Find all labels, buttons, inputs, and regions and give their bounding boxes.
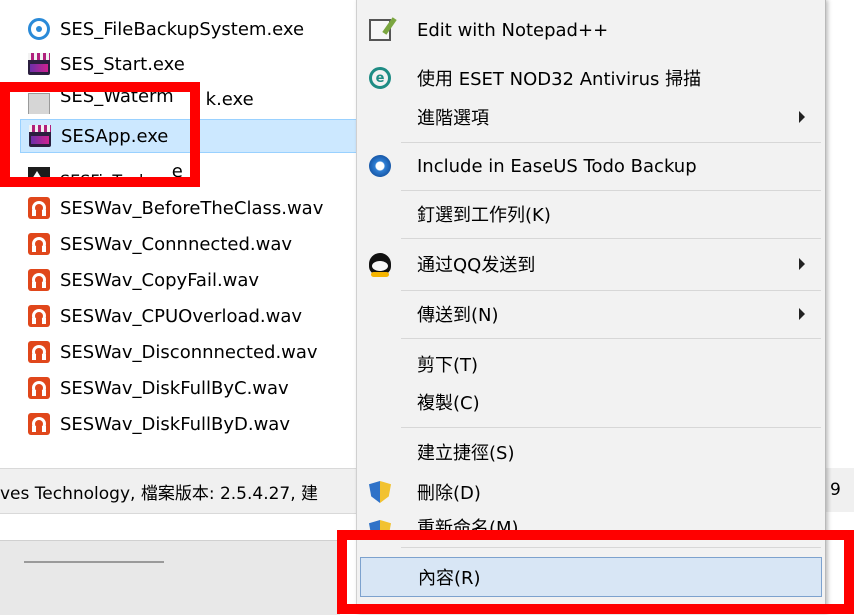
audio-icon	[28, 413, 50, 435]
eset-icon: e	[369, 67, 391, 89]
file-name: SESWav_CopyFail.wav	[60, 269, 260, 291]
menu-item-label: 傳送到(N)	[417, 305, 499, 326]
submenu-arrow-icon	[799, 308, 805, 320]
file-name: SESWav_Connnected.wav	[60, 233, 293, 255]
submenu-arrow-icon	[799, 258, 805, 270]
file-row-copyfail[interactable]: SESWav_CopyFail.wav	[20, 263, 360, 297]
details-status-bar: ves Technology, 檔案版本: 2.5.4.27, 建	[0, 468, 370, 514]
menu-item-advanced-options[interactable]: 進階選項	[357, 97, 825, 137]
context-menu: Edit with Notepad++ e 使用 ESET NOD32 Anti…	[356, 0, 826, 614]
sync-icon	[28, 18, 50, 40]
menu-item-create-shortcut[interactable]: 建立捷徑(S)	[357, 432, 825, 472]
menu-item-easeus-backup[interactable]: Include in EaseUS Todo Backup	[357, 146, 825, 186]
menu-item-label: 剪下(T)	[417, 355, 479, 376]
menu-separator	[401, 142, 821, 143]
bottom-pane	[0, 540, 340, 615]
menu-item-label: 刪除(D)	[417, 483, 481, 504]
menu-item-send-to[interactable]: 傳送到(N)	[357, 294, 825, 334]
file-name: SESWav_DiskFullByD.wav	[60, 413, 290, 435]
clapperboard-icon	[28, 53, 50, 75]
menu-item-label: 釘選到工作列(K)	[417, 205, 551, 226]
qq-penguin-icon	[369, 253, 391, 277]
details-text: ves Technology, 檔案版本: 2.5.4.27, 建	[0, 483, 319, 504]
annotation-box-properties	[337, 530, 854, 614]
file-name: SESWav_CPUOverload.wav	[60, 305, 303, 327]
details-status-bar-right: 9	[826, 468, 854, 512]
audio-icon	[28, 377, 50, 399]
menu-item-label: 使用 ESET NOD32 Antivirus 掃描	[417, 69, 702, 90]
menu-separator	[401, 238, 821, 239]
menu-separator	[401, 427, 821, 428]
file-row-ses-filebackupsystem[interactable]: SES_FileBackupSystem.exe	[20, 12, 360, 46]
audio-icon	[28, 305, 50, 327]
annotation-box-file	[0, 82, 200, 187]
menu-item-send-qq[interactable]: 通过QQ发送到	[357, 244, 825, 284]
audio-icon	[28, 197, 50, 219]
menu-separator	[401, 190, 821, 191]
audio-icon	[28, 269, 50, 291]
file-name: SES_FileBackupSystem.exe	[60, 18, 305, 40]
file-row-cpuoverload[interactable]: SESWav_CPUOverload.wav	[20, 299, 360, 333]
uac-shield-icon	[369, 481, 391, 503]
submenu-arrow-icon	[799, 111, 805, 123]
menu-item-rename[interactable]: 重新命名(M)	[357, 506, 825, 532]
audio-icon	[28, 341, 50, 363]
file-row-beforetheclass[interactable]: SESWav_BeforeTheClass.wav	[20, 191, 360, 225]
menu-item-label: 通过QQ发送到	[417, 255, 536, 276]
menu-item-label: 建立捷徑(S)	[417, 443, 515, 464]
menu-item-pin-taskbar[interactable]: 釘選到工作列(K)	[357, 194, 825, 234]
file-row-ses-start[interactable]: SES_Start.exe	[20, 47, 360, 81]
menu-item-label: Include in EaseUS Todo Backup	[417, 155, 697, 177]
divider	[24, 561, 164, 563]
details-text-right: 9	[830, 480, 841, 500]
file-row-diskfullbyd[interactable]: SESWav_DiskFullByD.wav	[20, 407, 360, 441]
file-name: SES_Start.exe	[60, 53, 185, 75]
menu-item-label: 進階選項	[417, 108, 489, 129]
audio-icon	[28, 233, 50, 255]
file-row-diskfullbyc[interactable]: SESWav_DiskFullByC.wav	[20, 371, 360, 405]
menu-item-label: Edit with Notepad++	[417, 19, 609, 41]
easeus-icon	[369, 155, 391, 177]
file-list: SES_FileBackupSystem.exe SES_Start.exe S…	[0, 0, 360, 460]
file-name: SESWav_DiskFullByC.wav	[60, 377, 289, 399]
notepad-icon	[369, 19, 391, 41]
file-name-suffix: k.exe	[205, 88, 254, 110]
menu-item-copy[interactable]: 複製(C)	[357, 382, 825, 422]
menu-item-eset-scan[interactable]: e 使用 ESET NOD32 Antivirus 掃描	[357, 58, 825, 98]
menu-item-cut[interactable]: 剪下(T)	[357, 344, 825, 384]
file-name: SESWav_BeforeTheClass.wav	[60, 197, 324, 219]
file-row-disconnnected[interactable]: SESWav_Disconnnected.wav	[20, 335, 360, 369]
file-name: SESWav_Disconnnected.wav	[60, 341, 318, 363]
menu-item-label: 複製(C)	[417, 393, 480, 414]
file-row-connnected[interactable]: SESWav_Connnected.wav	[20, 227, 360, 261]
menu-separator	[401, 338, 821, 339]
menu-item-edit-notepad[interactable]: Edit with Notepad++	[357, 10, 825, 50]
menu-separator	[401, 290, 821, 291]
